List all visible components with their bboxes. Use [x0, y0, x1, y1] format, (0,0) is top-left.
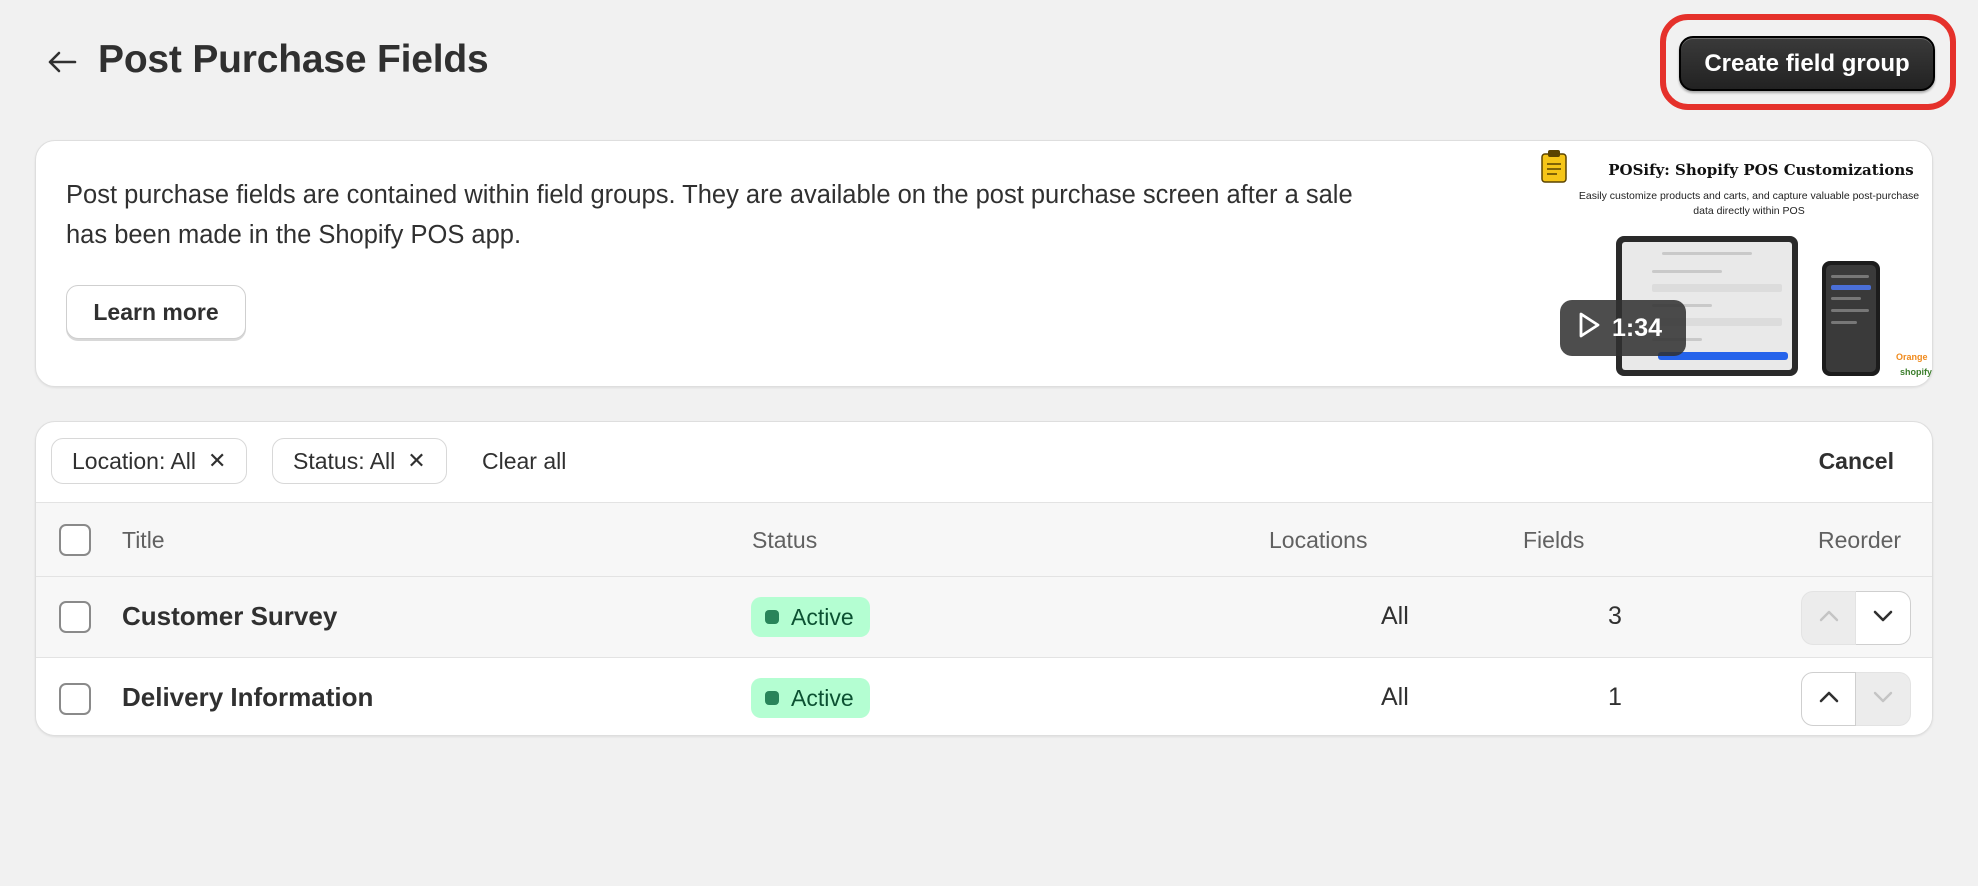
- create-field-group-button[interactable]: Create field group: [1679, 36, 1935, 91]
- page-header: Post Purchase Fields Create field group: [0, 0, 1978, 130]
- column-title: Title: [122, 527, 165, 553]
- row-checkbox[interactable]: [59, 683, 91, 715]
- info-card: Post purchase fields are contained withi…: [35, 140, 1933, 387]
- status-badge: Active: [751, 597, 870, 637]
- reorder-controls: [1801, 591, 1911, 645]
- video-subtitle: Easily customize products and carts, and…: [1578, 190, 1920, 217]
- row-fields: 3: [1608, 602, 1622, 630]
- column-reorder: Reorder: [1818, 527, 1902, 553]
- status-badge: Active: [751, 678, 870, 718]
- info-description: Post purchase fields are contained withi…: [66, 181, 1353, 249]
- video-duration: 1:34: [1612, 313, 1663, 342]
- row-title: Customer Survey: [122, 601, 338, 631]
- status-dot-icon: [765, 610, 779, 624]
- table-header: Title Status Locations Fields Reorder: [36, 502, 1932, 577]
- status-badge-label: Active: [791, 684, 854, 711]
- location-filter-pill[interactable]: Location: All ✕: [51, 438, 248, 484]
- shopify-brand-logo: shopify: [1900, 367, 1933, 377]
- table-row[interactable]: Customer Survey Active All 3: [36, 577, 1932, 658]
- move-up-button[interactable]: [1801, 591, 1856, 645]
- column-locations: Locations: [1269, 527, 1368, 553]
- back-button[interactable]: [40, 44, 84, 84]
- column-fields: Fields: [1523, 527, 1585, 553]
- status-filter-label: Status: All: [293, 447, 396, 474]
- row-fields: 1: [1608, 683, 1622, 711]
- chevron-down-icon: [1873, 690, 1893, 708]
- status-badge-label: Active: [791, 603, 854, 630]
- chevron-up-icon: [1819, 609, 1839, 627]
- filter-bar: Location: All ✕ Status: All ✕ Clear all …: [36, 422, 1932, 502]
- play-icon: [1576, 311, 1602, 346]
- move-down-button[interactable]: [1856, 672, 1911, 726]
- row-locations: All: [1381, 683, 1409, 711]
- reorder-controls: [1801, 672, 1911, 726]
- location-filter-label: Location: All: [72, 447, 197, 474]
- phone-mockup: [1822, 261, 1880, 376]
- cancel-button[interactable]: Cancel: [1819, 448, 1894, 475]
- close-icon[interactable]: ✕: [208, 448, 226, 474]
- chevron-up-icon: [1819, 690, 1839, 708]
- status-dot-icon: [765, 691, 779, 705]
- chevron-down-icon: [1873, 609, 1893, 627]
- learn-more-button[interactable]: Learn more: [66, 285, 246, 339]
- select-all-checkbox[interactable]: [59, 524, 91, 556]
- arrow-left-icon: [47, 50, 77, 79]
- status-filter-pill[interactable]: Status: All ✕: [272, 438, 447, 484]
- video-thumbnail[interactable]: POSify: Shopify POS Customizations Easil…: [1496, 141, 1933, 386]
- close-icon[interactable]: ✕: [407, 448, 425, 474]
- video-title: POSify: Shopify POS Customizations: [1608, 161, 1914, 179]
- move-up-button[interactable]: [1801, 672, 1856, 726]
- row-checkbox[interactable]: [59, 601, 91, 633]
- table-row[interactable]: Delivery Information Active All 1: [36, 658, 1932, 735]
- move-down-button[interactable]: [1856, 591, 1911, 645]
- play-video-button[interactable]: 1:34: [1560, 300, 1686, 356]
- clear-all-button[interactable]: Clear all: [482, 448, 566, 475]
- column-status: Status: [752, 527, 818, 553]
- clipboard-icon: [1540, 149, 1568, 188]
- row-title: Delivery Information: [122, 682, 374, 712]
- orange-brand-logo: Orange: [1896, 352, 1928, 362]
- page-title: Post Purchase Fields: [98, 38, 489, 81]
- row-locations: All: [1381, 602, 1409, 630]
- field-groups-table-card: Location: All ✕ Status: All ✕ Clear all …: [35, 421, 1933, 736]
